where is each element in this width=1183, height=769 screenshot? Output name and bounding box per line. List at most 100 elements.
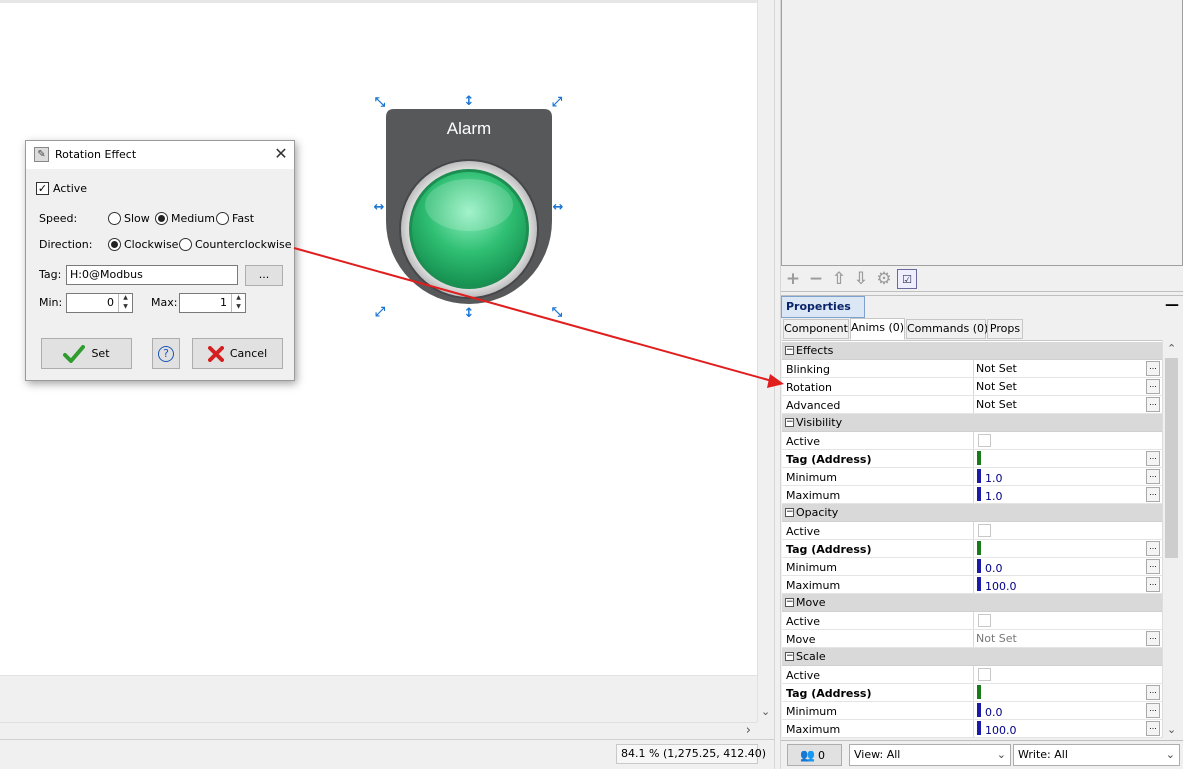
property-value-cell[interactable]: 1.0...: [973, 468, 1160, 485]
add-icon[interactable]: +: [783, 269, 803, 289]
property-row-move[interactable]: Move Not Set...: [782, 630, 1162, 648]
resize-handle-bottom-right-icon[interactable]: ⤡: [550, 306, 564, 320]
category-move[interactable]: − Move: [782, 594, 1162, 612]
scroll-up-icon[interactable]: ⌃: [1167, 342, 1176, 355]
checklist-icon[interactable]: ☑: [897, 269, 917, 289]
tab-component[interactable]: Component: [783, 319, 849, 339]
ellipsis-button[interactable]: ...: [1146, 559, 1160, 574]
active-checkbox[interactable]: [978, 524, 991, 537]
property-value-cell[interactable]: 100.0...: [973, 576, 1160, 593]
gear-icon[interactable]: ⚙: [874, 269, 894, 289]
property-value-cell[interactable]: [973, 612, 1148, 629]
component-list-panel[interactable]: [781, 0, 1183, 266]
property-value-cell[interactable]: Not Set...: [973, 630, 1160, 647]
speed-fast-radio[interactable]: [216, 212, 229, 225]
property-row-opacity-maximum[interactable]: Maximum 100.0...: [782, 576, 1162, 594]
resize-handle-top-icon[interactable]: ↕: [462, 95, 476, 109]
stepper-down-icon[interactable]: ▼: [119, 302, 132, 311]
tab-anims[interactable]: Anims (0): [850, 318, 905, 340]
users-button[interactable]: 👥 0: [787, 744, 842, 766]
property-row-visibility-active[interactable]: Active: [782, 432, 1162, 450]
ellipsis-button[interactable]: ...: [1146, 703, 1160, 718]
property-row-advanced[interactable]: Advanced Not Set...: [782, 396, 1162, 414]
stepper-up-icon[interactable]: ▲: [119, 294, 132, 302]
collapse-icon[interactable]: −: [785, 508, 794, 517]
write-filter-select[interactable]: Write: All ⌄: [1013, 744, 1180, 766]
speed-slow-radio[interactable]: [108, 212, 121, 225]
resize-handle-top-right-icon[interactable]: ⤢: [550, 96, 564, 110]
ellipsis-button[interactable]: ...: [1146, 451, 1160, 466]
dialog-titlebar[interactable]: ✎ Rotation Effect ✕: [26, 141, 294, 169]
collapse-icon[interactable]: −: [785, 598, 794, 607]
ellipsis-button[interactable]: ...: [1146, 541, 1160, 556]
ellipsis-button[interactable]: ...: [1146, 631, 1160, 646]
alarm-button-widget[interactable]: Alarm: [386, 109, 552, 309]
property-value-cell[interactable]: [973, 432, 1148, 449]
resize-handle-bottom-icon[interactable]: ↕: [462, 307, 476, 321]
canvas-vertical-scrollbar[interactable]: ⌄: [757, 0, 774, 722]
active-checkbox[interactable]: ✓: [36, 182, 49, 195]
property-value-cell[interactable]: ...: [973, 684, 1160, 701]
category-scale[interactable]: − Scale: [782, 648, 1162, 666]
property-row-blinking[interactable]: Blinking Not Set...: [782, 360, 1162, 378]
minimize-icon[interactable]: —: [1164, 297, 1180, 315]
property-row-opacity-active[interactable]: Active: [782, 522, 1162, 540]
set-button[interactable]: Set: [41, 338, 132, 369]
ellipsis-button[interactable]: ...: [1146, 361, 1160, 376]
scroll-down-icon[interactable]: ⌄: [1167, 723, 1176, 736]
tag-browse-button[interactable]: ...: [245, 265, 283, 286]
remove-icon[interactable]: −: [806, 269, 826, 289]
tab-commands[interactable]: Commands (0): [906, 319, 988, 339]
cancel-button[interactable]: Cancel: [192, 338, 283, 369]
view-filter-select[interactable]: View: All ⌄: [849, 744, 1011, 766]
property-value-cell[interactable]: Not Set...: [973, 360, 1160, 377]
property-row-opacity-minimum[interactable]: Minimum 0.0...: [782, 558, 1162, 576]
property-row-visibility-tag[interactable]: Tag (Address) ...: [782, 450, 1162, 468]
category-effects[interactable]: − Effects: [782, 342, 1162, 360]
min-stepper[interactable]: ▲ ▼: [118, 294, 132, 312]
scroll-down-icon[interactable]: ⌄: [761, 705, 770, 718]
property-row-scale-tag[interactable]: Tag (Address) ...: [782, 684, 1162, 702]
ellipsis-button[interactable]: ...: [1146, 469, 1160, 484]
active-checkbox[interactable]: [978, 668, 991, 681]
ellipsis-button[interactable]: ...: [1146, 397, 1160, 412]
max-stepper[interactable]: ▲ ▼: [231, 294, 245, 312]
property-row-visibility-maximum[interactable]: Maximum 1.0...: [782, 486, 1162, 504]
scroll-right-icon[interactable]: ›: [746, 723, 751, 738]
ellipsis-button[interactable]: ...: [1146, 487, 1160, 502]
property-row-scale-maximum[interactable]: Maximum 100.0...: [782, 720, 1162, 738]
move-down-icon[interactable]: ⇩: [851, 269, 871, 289]
ellipsis-button[interactable]: ...: [1146, 379, 1160, 394]
scrollbar-thumb[interactable]: [1165, 358, 1178, 558]
stepper-down-icon[interactable]: ▼: [232, 302, 245, 311]
speed-medium-radio[interactable]: [155, 212, 168, 225]
collapse-icon[interactable]: −: [785, 418, 794, 427]
property-row-visibility-minimum[interactable]: Minimum 1.0...: [782, 468, 1162, 486]
direction-counterclockwise-radio[interactable]: [179, 238, 192, 251]
property-row-scale-minimum[interactable]: Minimum 0.0...: [782, 702, 1162, 720]
collapse-icon[interactable]: −: [785, 652, 794, 661]
help-button[interactable]: ?: [152, 338, 180, 369]
property-value-cell[interactable]: Not Set...: [973, 378, 1160, 395]
property-row-move-active[interactable]: Active: [782, 612, 1162, 630]
category-visibility[interactable]: − Visibility: [782, 414, 1162, 432]
max-value-input[interactable]: 1 ▲ ▼: [179, 293, 246, 313]
property-value-cell[interactable]: 100.0...: [973, 720, 1160, 737]
property-row-rotation[interactable]: Rotation Not Set...: [782, 378, 1162, 396]
ellipsis-button[interactable]: ...: [1146, 721, 1160, 736]
close-icon[interactable]: ✕: [271, 144, 291, 164]
property-value-cell[interactable]: 1.0...: [973, 486, 1160, 503]
min-value-input[interactable]: 0 ▲ ▼: [66, 293, 133, 313]
move-up-icon[interactable]: ⇧: [829, 269, 849, 289]
resize-handle-top-left-icon[interactable]: ⤡: [373, 96, 387, 110]
property-value-cell[interactable]: Not Set...: [973, 396, 1160, 413]
resize-handle-bottom-left-icon[interactable]: ⤢: [373, 306, 387, 320]
property-value-cell[interactable]: ...: [973, 450, 1160, 467]
direction-clockwise-radio[interactable]: [108, 238, 121, 251]
properties-scrollbar[interactable]: ⌃ ⌄: [1162, 340, 1180, 738]
property-value-cell[interactable]: 0.0...: [973, 558, 1160, 575]
property-value-cell[interactable]: ...: [973, 540, 1160, 557]
tag-input[interactable]: H:0@Modbus: [66, 265, 238, 285]
property-row-opacity-tag[interactable]: Tag (Address) ...: [782, 540, 1162, 558]
property-row-scale-active[interactable]: Active: [782, 666, 1162, 684]
